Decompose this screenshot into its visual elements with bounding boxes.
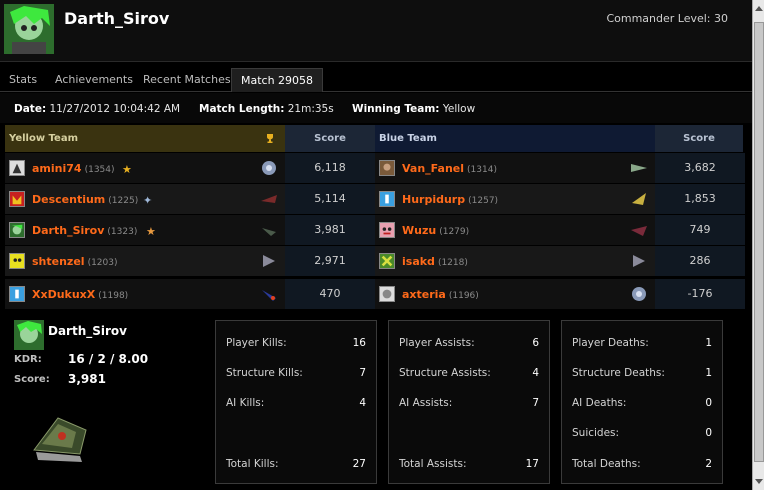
unit-icon	[631, 226, 647, 236]
stat-player-deaths: Player Deaths: 1	[572, 337, 712, 349]
unit-icon	[262, 161, 276, 175]
player-score: 470	[285, 279, 375, 309]
stat-ai-assists: AI Assists: 7	[399, 397, 539, 409]
player-avatar	[9, 253, 25, 269]
star-badge-icon: ★	[146, 225, 156, 238]
stat-total-deaths: Total Deaths: 2	[572, 458, 712, 470]
profile-header: Darth_Sirov Commander Level: 30	[0, 0, 752, 62]
table-row[interactable]: amini74 (1354) ★ 6,118	[5, 153, 375, 183]
stat-ai-deaths: AI Deaths: 0	[572, 397, 712, 409]
yellow-team-header: Yellow Team	[5, 125, 285, 152]
table-row[interactable]: Darth_Sirov (1323) ★ 3,981	[5, 215, 375, 245]
unit-icon	[632, 193, 646, 205]
table-row[interactable]: axteria (1196) -176	[375, 279, 745, 309]
kdr-label: KDR:	[14, 354, 42, 365]
scroll-up-icon[interactable]	[755, 6, 763, 11]
player-name: Darth_Sirov	[64, 9, 170, 28]
unit-icon	[633, 255, 645, 267]
player-link[interactable]: isakd (1218)	[402, 255, 468, 268]
player-link[interactable]: shtenzel (1203)	[32, 255, 118, 268]
blue-team-header: Blue Team	[375, 125, 655, 152]
unit-icon	[631, 164, 647, 172]
tab-match[interactable]: Match 29058	[231, 68, 324, 92]
stat-structure-deaths: Structure Deaths: 1	[572, 367, 712, 379]
stat-structure-assists: Structure Assists: 4	[399, 367, 539, 379]
player-avatar	[379, 191, 395, 207]
player-score: 6,118	[285, 153, 375, 183]
player-avatar	[379, 253, 395, 269]
tab-achievements[interactable]: Achievements	[46, 68, 142, 92]
player-score: 749	[655, 215, 745, 245]
player-link[interactable]: XxDukuxX (1198)	[32, 288, 128, 301]
stat-suicides: Suicides: 0	[572, 427, 712, 439]
player-score: 1,853	[655, 184, 745, 214]
player-avatar	[4, 4, 54, 54]
stat-player-assists: Player Assists: 6	[399, 337, 539, 349]
table-row[interactable]: Descentium (1225) ✦ 5,114	[5, 184, 375, 214]
unit-icon	[261, 195, 277, 203]
player-link[interactable]: axteria (1196)	[402, 288, 479, 301]
stat-player-kills: Player Kills: 16	[226, 337, 366, 349]
match-info-bar: Date: 11/27/2012 10:04:42 AM Match Lengt…	[0, 93, 752, 123]
player-link[interactable]: Darth_Sirov (1323)	[32, 224, 137, 237]
unit-icon	[262, 290, 276, 301]
player-score: -176	[655, 279, 745, 309]
player-link[interactable]: amini74 (1354)	[32, 162, 115, 175]
stat-structure-kills: Structure Kills: 7	[226, 367, 366, 379]
yellow-score-header: Score	[285, 125, 375, 152]
summary-player-name: Darth_Sirov	[48, 324, 127, 338]
table-row[interactable]: Wuzu (1279) 749	[375, 215, 745, 245]
table-row[interactable]: shtenzel (1203) 2,971	[5, 246, 375, 276]
assists-stats-box: Player Assists: 6 Structure Assists: 4 AI …	[388, 320, 550, 484]
player-score: 3,682	[655, 153, 745, 183]
deaths-stats-box: Player Deaths: 1 Structure Deaths: 1 AI De…	[561, 320, 723, 484]
player-avatar	[379, 222, 395, 238]
scrollbar[interactable]	[752, 0, 764, 490]
player-score: 2,971	[285, 246, 375, 276]
trophy-icon	[267, 134, 273, 143]
player-avatar	[9, 160, 25, 176]
scrollbar-thumb[interactable]	[754, 22, 764, 462]
winning-team: Winning Team: Yellow	[352, 103, 476, 115]
scroll-down-icon[interactable]	[755, 479, 763, 484]
unit-icon	[632, 287, 646, 301]
rank-badge-icon: ✦	[143, 194, 153, 207]
score-value: 3,981	[68, 372, 106, 386]
blue-score-header: Score	[655, 125, 743, 152]
player-score: 286	[655, 246, 745, 276]
tab-recent-matches[interactable]: Recent Matches	[134, 68, 240, 92]
tab-bar: Stats Achievements Recent Matches Match …	[0, 68, 752, 92]
stat-total-kills: Total Kills: 27	[226, 458, 366, 470]
player-link[interactable]: Descentium (1225)	[32, 193, 138, 206]
player-link[interactable]: Van_Fanel (1314)	[402, 162, 497, 175]
player-summary: Darth_Sirov KDR: 16 / 2 / 8.00 Score: 3,…	[10, 318, 210, 488]
player-avatar	[9, 286, 25, 302]
player-avatar	[14, 320, 44, 350]
table-row[interactable]: Hurpidurp (1257) 1,853	[375, 184, 745, 214]
player-link[interactable]: Hurpidurp (1257)	[402, 193, 498, 206]
match-length: Match Length: 21m:35s	[199, 103, 334, 115]
score-label: Score:	[14, 374, 50, 385]
player-score: 3,981	[285, 215, 375, 245]
unit-icon	[263, 255, 275, 267]
player-score: 5,114	[285, 184, 375, 214]
player-avatar	[379, 160, 395, 176]
player-avatar	[9, 191, 25, 207]
tank-unit-icon	[33, 417, 87, 462]
table-row[interactable]: XxDukuxX (1198) 470	[5, 279, 375, 309]
player-link[interactable]: Wuzu (1279)	[402, 224, 469, 237]
match-date: Date: 11/27/2012 10:04:42 AM	[14, 103, 181, 115]
player-avatar	[379, 286, 395, 302]
table-row[interactable]: isakd (1218) 286	[375, 246, 745, 276]
star-badge-icon: ★	[122, 163, 132, 176]
stat-ai-kills: AI Kills: 4	[226, 397, 366, 409]
kills-stats-box: Player Kills: 16 Structure Kills: 7 AI Kil…	[215, 320, 377, 484]
commander-level: Commander Level: 30	[606, 12, 728, 25]
player-avatar	[9, 222, 25, 238]
table-row[interactable]: Van_Fanel (1314) 3,682	[375, 153, 745, 183]
unit-icon	[262, 228, 276, 236]
stat-total-assists: Total Assists: 17	[399, 458, 539, 470]
kdr-value: 16 / 2 / 8.00	[68, 352, 149, 366]
tab-stats[interactable]: Stats	[0, 68, 46, 92]
